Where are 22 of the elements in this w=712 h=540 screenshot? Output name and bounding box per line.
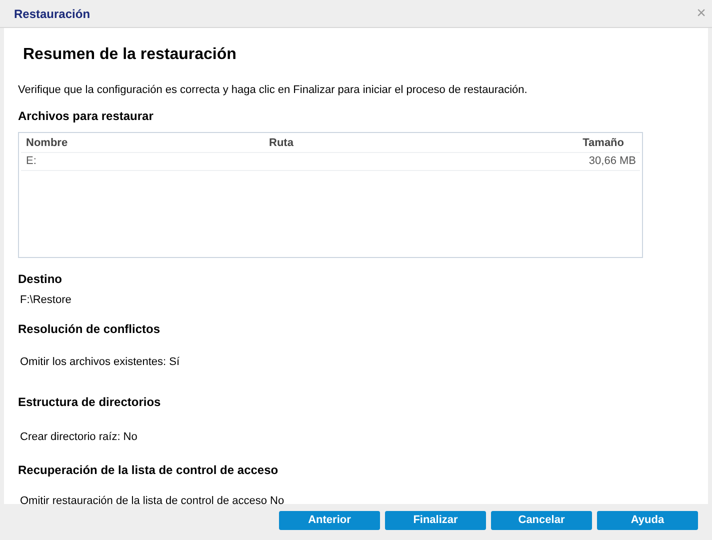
dialog-button[interactable]: Anterior <box>279 511 380 530</box>
setting-value: Omitir restauración de la lista de control de acceso No <box>20 494 286 509</box>
close-button[interactable]: × <box>696 6 706 22</box>
section-heading: Resumen de la restauración <box>23 45 238 65</box>
section-title: Archivos para restaurar <box>18 108 154 124</box>
section-title: Recuperación de la lista de control de acceso <box>18 462 280 479</box>
section-title: Estructura de directorios <box>18 394 162 410</box>
table-cell-text: 30,66 MB <box>588 154 637 169</box>
dialog-button[interactable]: Ayuda <box>597 511 698 530</box>
table-cell-text: E: <box>25 154 38 169</box>
setting-value: Crear directorio raíz: No <box>20 430 138 444</box>
window-title: Restauración <box>14 6 90 22</box>
instruction-text: Verifique que la configuración es correcta y haga clic en Finalizar para iniciar el proceso de restauración. <box>18 83 528 98</box>
section-title: Resolución de conflictos <box>18 321 162 338</box>
column-header: Tamaño <box>582 136 625 151</box>
dialog-button[interactable]: Finalizar <box>385 511 486 530</box>
section-title: Destino <box>18 270 64 288</box>
dialog-button[interactable]: Cancelar <box>491 511 592 530</box>
column-header: Nombre <box>25 136 69 151</box>
setting-value: Omitir los archivos existentes: Sí <box>20 355 181 370</box>
setting-value: F:\Restore <box>20 292 72 308</box>
column-header: Ruta <box>269 136 294 151</box>
